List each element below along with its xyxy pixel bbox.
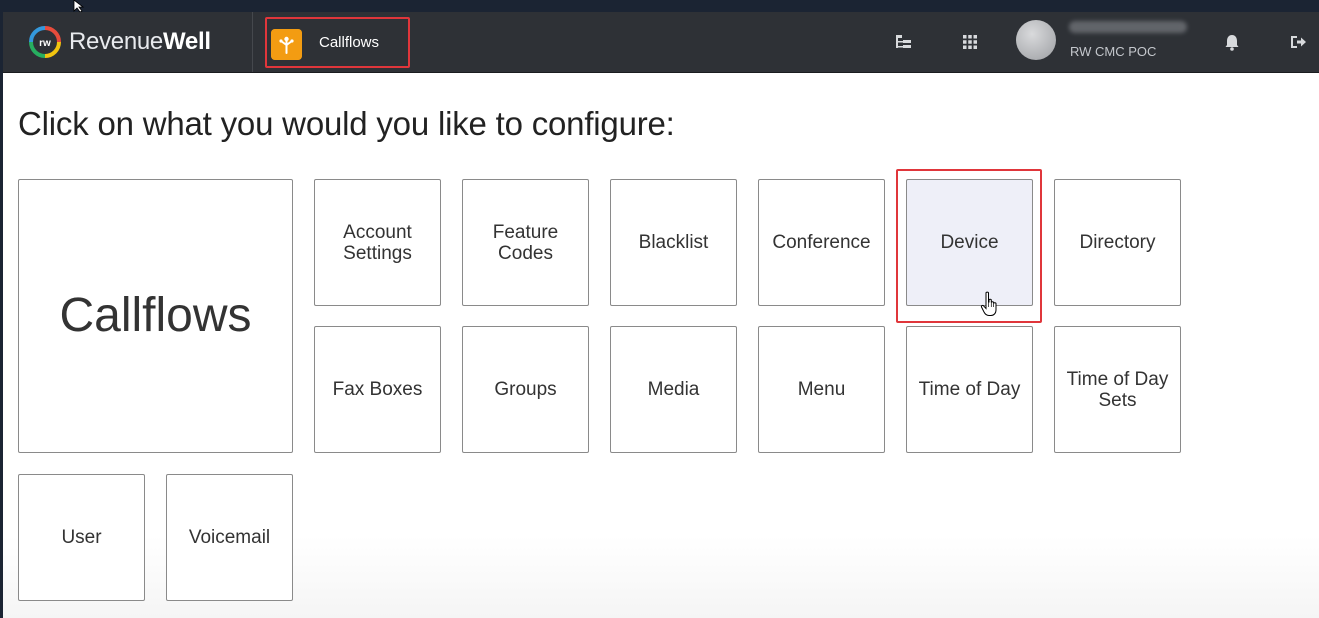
device-tile-highlight bbox=[896, 169, 1042, 323]
tile-label: Groups bbox=[494, 379, 557, 400]
top-strip bbox=[0, 0, 1319, 12]
tile-time-of-day-sets[interactable]: Time of Day Sets bbox=[1054, 326, 1181, 453]
tile-menu[interactable]: Menu bbox=[758, 326, 885, 453]
tile-label: Conference bbox=[772, 232, 871, 253]
hand-pointer-icon bbox=[980, 291, 997, 316]
tile-label: Time of Day Sets bbox=[1066, 368, 1169, 411]
callflows-app-icon bbox=[271, 29, 302, 60]
tile-time-of-day[interactable]: Time of Day bbox=[906, 326, 1033, 453]
tile-label: Blacklist bbox=[638, 232, 709, 253]
tile-voicemail[interactable]: Voicemail bbox=[166, 474, 293, 601]
tile-label: Voicemail bbox=[188, 527, 271, 548]
tile-callflows[interactable]: Callflows bbox=[18, 179, 293, 453]
tile-fax-boxes[interactable]: Fax Boxes bbox=[314, 326, 441, 453]
user-name-blurred bbox=[1069, 21, 1187, 33]
tile-label: Media bbox=[647, 379, 700, 400]
tile-label: Time of Day bbox=[918, 379, 1021, 400]
tile-conference[interactable]: Conference bbox=[758, 179, 885, 306]
bell-icon[interactable] bbox=[1222, 32, 1242, 52]
tile-feature-codes[interactable]: Feature Codes bbox=[462, 179, 589, 306]
tile-groups[interactable]: Groups bbox=[462, 326, 589, 453]
logo-mark-text: rw bbox=[39, 38, 51, 49]
logout-icon[interactable] bbox=[1288, 32, 1308, 52]
revenuewell-logo-icon: rw bbox=[29, 26, 61, 58]
tile-label: Directory bbox=[1079, 232, 1156, 253]
top-navbar: rw RevenueWell Callflows RW CMC POC bbox=[3, 12, 1319, 73]
apps-grid-icon[interactable] bbox=[960, 32, 980, 52]
navbar-divider bbox=[252, 12, 253, 72]
tile-media[interactable]: Media bbox=[610, 326, 737, 453]
brand-name: RevenueWell bbox=[69, 28, 211, 56]
brand-name-bold: Well bbox=[162, 28, 211, 55]
tile-directory[interactable]: Directory bbox=[1054, 179, 1181, 306]
brand-name-light: Revenue bbox=[69, 28, 163, 55]
tile-label: Feature Codes bbox=[492, 221, 559, 264]
tile-label: Menu bbox=[797, 379, 846, 400]
hierarchy-icon[interactable] bbox=[894, 32, 914, 52]
page-title: Click on what you would you like to conf… bbox=[18, 105, 675, 142]
tile-label: Callflows bbox=[59, 289, 252, 342]
tile-label: User bbox=[61, 527, 102, 548]
user-avatar[interactable] bbox=[1016, 20, 1056, 60]
revenuewell-logo[interactable]: rw RevenueWell bbox=[29, 24, 211, 60]
app-tab-label: Callflows bbox=[319, 34, 380, 51]
account-name: RW CMC POC bbox=[1070, 44, 1157, 59]
tile-label: Fax Boxes bbox=[332, 379, 423, 400]
tile-account-settings[interactable]: Account Settings bbox=[314, 179, 441, 306]
callflows-app-tab[interactable]: Callflows bbox=[265, 17, 410, 68]
tile-blacklist[interactable]: Blacklist bbox=[610, 179, 737, 306]
tile-label: Account Settings bbox=[343, 221, 412, 264]
mouse-pointer-icon bbox=[73, 0, 85, 12]
main-content: Click on what you would you like to conf… bbox=[3, 73, 1319, 618]
tile-user[interactable]: User bbox=[18, 474, 145, 601]
